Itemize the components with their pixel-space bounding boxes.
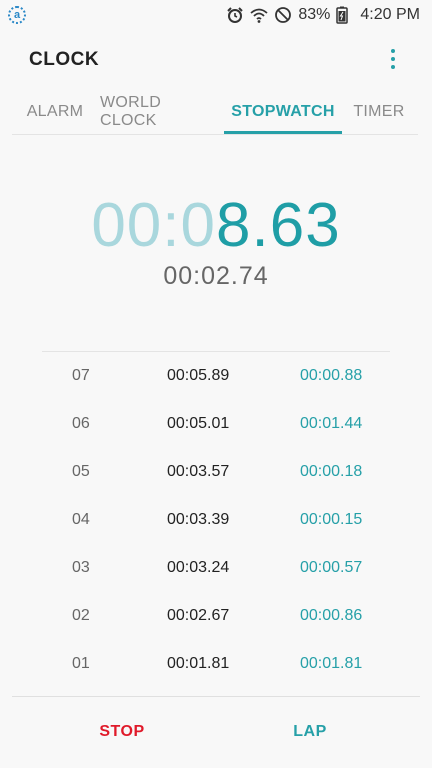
lap-number: 04: [72, 511, 90, 528]
bottom-divider: [12, 696, 420, 697]
lap-number: 01: [72, 655, 90, 672]
battery-icon: [336, 6, 354, 24]
wifi-icon: [250, 6, 268, 24]
lap-row: 01 00:01.81 00:01.81: [42, 640, 390, 688]
lap-number: 07: [72, 367, 90, 384]
lap-total-time: 00:05.89: [167, 367, 230, 384]
lap-split-time: 00:00.86: [300, 607, 363, 624]
lap-split-time: 00:00.57: [300, 559, 363, 576]
lap-split-time: 00:01.44: [300, 415, 363, 432]
lap-row: 06 00:05.01 00:01.44: [42, 400, 390, 448]
stopwatch-elapsed-time: 00:08.63: [0, 188, 432, 264]
lap-total-time: 00:02.67: [167, 607, 230, 624]
lap-row: 05 00:03.57 00:00.18: [42, 448, 390, 496]
app-title: CLOCK: [29, 49, 100, 70]
status-time: 4:20 PM: [360, 6, 420, 23]
lap-row: 04 00:03.39 00:00.15: [42, 496, 390, 544]
tab-indicator: [224, 131, 342, 134]
lap-number: 02: [72, 607, 90, 624]
more-options-dot: [391, 57, 395, 61]
tab-alarm[interactable]: ALARM: [12, 92, 98, 132]
tab-world-clock[interactable]: WORLD CLOCK: [100, 92, 220, 132]
status-bar: a 83% 4:20 PM: [0, 0, 432, 30]
lap-total-time: 00:03.39: [167, 511, 230, 528]
lap-total-time: 00:03.24: [167, 559, 230, 576]
tab-timer[interactable]: TIMER: [346, 92, 412, 132]
tab-stopwatch[interactable]: STOPWATCH: [224, 92, 342, 132]
lap-number: 05: [72, 463, 90, 480]
lap-row: 02 00:02.67 00:00.86: [42, 592, 390, 640]
bixby-icon: a: [8, 6, 26, 24]
alarm-icon: [226, 6, 244, 24]
lap-total-time: 00:03.57: [167, 463, 230, 480]
tab-bar: ALARM WORLD CLOCK STOPWATCH TIMER: [12, 92, 418, 135]
stop-button[interactable]: STOP: [47, 714, 197, 750]
more-options-button[interactable]: [382, 44, 404, 74]
lap-row: 03 00:03.24 00:00.57: [42, 544, 390, 592]
lap-row: 07 00:05.89 00:00.88: [42, 352, 390, 400]
elapsed-time-leading: 00:0: [91, 191, 216, 260]
lap-total-time: 00:01.81: [167, 655, 230, 672]
battery-percent: 83%: [298, 6, 331, 23]
current-lap-time: 00:02.74: [163, 262, 269, 290]
more-options-dot: [391, 65, 395, 69]
more-options-icon: [391, 49, 395, 53]
lap-number: 06: [72, 415, 90, 432]
lap-split-time: 00:00.88: [300, 367, 363, 384]
lap-split-time: 00:01.81: [300, 655, 363, 672]
lap-split-time: 00:00.18: [300, 463, 363, 480]
lap-list: 07 00:05.89 00:00.88 06 00:05.01 00:01.4…: [42, 351, 390, 688]
lap-split-time: 00:00.15: [300, 511, 363, 528]
elapsed-time-active: 8.63: [216, 191, 341, 260]
lap-button[interactable]: LAP: [235, 714, 385, 750]
lap-number: 03: [72, 559, 90, 576]
app-bar: CLOCK: [0, 30, 432, 88]
lap-total-time: 00:05.01: [167, 415, 230, 432]
do-not-disturb-icon: [274, 6, 292, 24]
